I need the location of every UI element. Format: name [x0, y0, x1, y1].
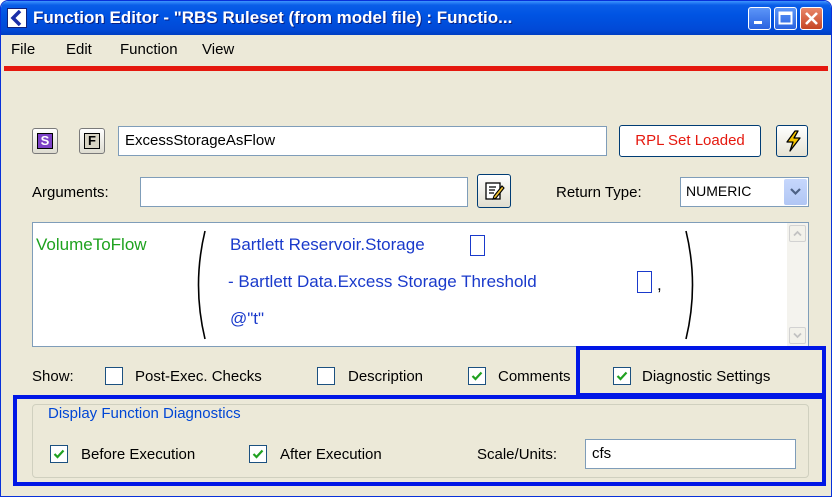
post-exec-checks-checkbox[interactable]	[105, 367, 123, 385]
title-bar[interactable]: Function Editor - "RBS Ruleset (from mod…	[1, 1, 831, 35]
checkmark-icon	[616, 371, 628, 381]
vertical-scrollbar[interactable]	[787, 223, 808, 346]
scroll-up-button[interactable]	[789, 225, 806, 242]
expression-timestep: @"t"	[230, 309, 265, 328]
before-execution-checkbox[interactable]	[50, 445, 68, 463]
checkmark-icon	[471, 371, 483, 381]
diagnostic-settings-checkbox[interactable]	[613, 367, 631, 385]
function-editor-window: Function Editor - "RBS Ruleset (from mod…	[0, 0, 832, 497]
evaluate-button[interactable]	[776, 125, 808, 157]
checkmark-icon	[252, 449, 264, 459]
window-title: Function Editor - "RBS Ruleset (from mod…	[33, 8, 513, 27]
lightning-icon	[786, 130, 801, 152]
comments-label: Comments	[498, 368, 571, 385]
s-button[interactable]: S	[32, 128, 58, 154]
return-type-label: Return Type:	[556, 184, 642, 201]
edit-arguments-button[interactable]	[477, 174, 511, 208]
expression-slot-threshold: - Bartlett Data.Excess Storage Threshold	[228, 272, 537, 291]
scale-units-label: Scale/Units:	[477, 446, 558, 463]
comments-checkbox[interactable]	[468, 367, 486, 385]
close-button[interactable]	[800, 7, 823, 30]
riverware-app-icon	[7, 8, 27, 28]
f-button[interactable]: F	[79, 128, 105, 154]
function-name-input[interactable]: ExcessStorageAsFlow	[118, 126, 607, 156]
show-label: Show:	[32, 368, 74, 385]
arguments-input[interactable]	[140, 177, 468, 207]
post-exec-checks-label: Post-Exec. Checks	[135, 368, 262, 385]
minimize-button[interactable]	[748, 7, 771, 30]
argument-separator: ,	[657, 275, 662, 294]
expression-slot-storage: Bartlett Reservoir.Storage	[230, 235, 425, 254]
return-type-value: NUMERIC	[686, 183, 752, 199]
rpl-set-loaded-button[interactable]: RPL Set Loaded	[619, 125, 761, 157]
after-execution-checkbox[interactable]	[249, 445, 267, 463]
scale-units-input[interactable]: cfs	[585, 439, 796, 469]
arguments-label: Arguments:	[32, 184, 109, 201]
checkmark-icon	[53, 449, 65, 459]
chevron-down-icon	[793, 332, 802, 339]
menu-function[interactable]: Function	[120, 41, 178, 58]
dropdown-arrow[interactable]	[784, 179, 807, 205]
menu-view[interactable]: View	[202, 41, 234, 58]
chevron-up-icon	[793, 230, 802, 237]
diagnostics-group-title: Display Function Diagnostics	[44, 405, 245, 422]
f-button-label: F	[84, 133, 100, 149]
return-type-select[interactable]: NUMERIC	[680, 177, 809, 207]
empty-bracket	[470, 235, 485, 256]
after-execution-label: After Execution	[280, 446, 382, 463]
description-checkbox[interactable]	[317, 367, 335, 385]
s-button-label: S	[37, 133, 53, 149]
description-label: Description	[348, 368, 424, 385]
menu-file[interactable]: File	[11, 41, 35, 58]
menu-bar: File Edit Function View	[1, 35, 831, 65]
chevron-down-icon	[790, 188, 801, 196]
expression-editor[interactable]: VolumeToFlow Bartlett Reservoir.Storage …	[32, 222, 809, 347]
status-color-bar	[4, 66, 828, 71]
menu-edit[interactable]: Edit	[66, 41, 92, 58]
maximize-button[interactable]	[774, 7, 797, 30]
diagnostic-settings-label: Diagnostic Settings	[642, 368, 771, 385]
edit-icon	[485, 182, 505, 200]
before-execution-label: Before Execution	[81, 446, 196, 463]
empty-bracket	[637, 271, 652, 293]
scroll-down-button[interactable]	[789, 327, 806, 344]
